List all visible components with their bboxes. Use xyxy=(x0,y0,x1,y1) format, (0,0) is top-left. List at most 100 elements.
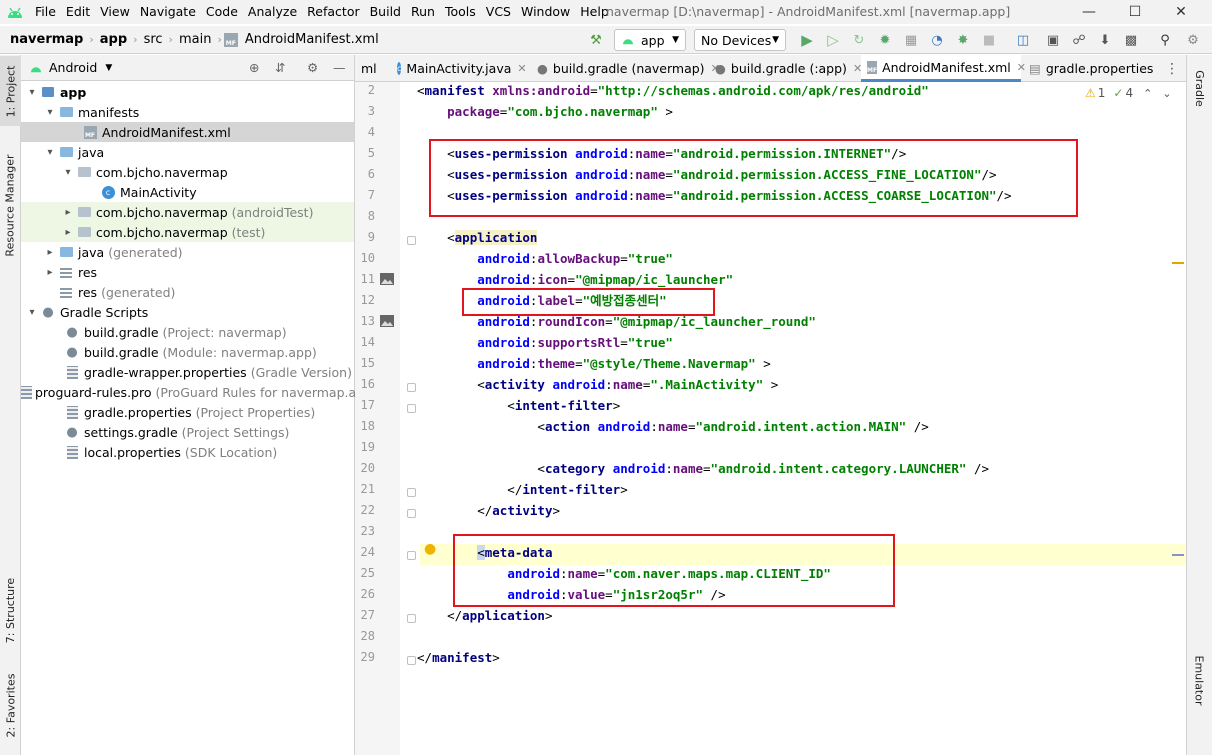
tree-settings-gradle[interactable]: ● settings.gradle (Project Settings) xyxy=(21,422,354,442)
favorites-tab[interactable]: 2: Favorites xyxy=(0,660,21,750)
menu-edit[interactable]: Edit xyxy=(61,0,95,24)
code-line[interactable]: </manifest> xyxy=(417,647,500,668)
code-line[interactable]: package="com.bjcho.navermap" > xyxy=(417,101,673,122)
tab-overflow-left[interactable]: ml xyxy=(355,55,389,82)
code-line[interactable]: <application xyxy=(417,227,538,248)
stop-icon[interactable]: ■ xyxy=(978,29,1000,51)
tab-gradle-properties[interactable]: ▤ gradle.properties xyxy=(1023,55,1157,82)
fold-intent-filter-end-icon[interactable] xyxy=(407,488,416,497)
debug-icon[interactable]: ✹ xyxy=(874,29,896,51)
menu-build[interactable]: Build xyxy=(365,0,406,24)
code-line[interactable]: android:supportsRtl="true" xyxy=(417,332,673,353)
tree-java[interactable]: ▾ java xyxy=(21,142,354,162)
breadcrumb-src[interactable]: src xyxy=(140,32,167,47)
chevron-down-icon[interactable]: ▼ xyxy=(105,63,112,73)
code-line[interactable]: </application> xyxy=(417,605,552,626)
run-config-select[interactable]: app ▼ xyxy=(614,29,686,51)
breadcrumb-file[interactable]: AndroidManifest.xml xyxy=(241,32,383,47)
device-select[interactable]: No Devices ▼ xyxy=(694,29,786,51)
tree-app[interactable]: ▾ app xyxy=(21,82,354,102)
minimize-icon[interactable]: — xyxy=(1066,0,1112,24)
expand-arrow-icon[interactable]: ▸ xyxy=(61,207,75,218)
tree-package-test[interactable]: ▸ com.bjcho.navermap (test) xyxy=(21,222,354,242)
tree-res[interactable]: ▸ res xyxy=(21,262,354,282)
code-line[interactable]: <category android:name="android.intent.c… xyxy=(417,458,989,479)
tree-package-main[interactable]: ▾ com.bjcho.navermap xyxy=(21,162,354,182)
lightbulb-icon[interactable]: ● xyxy=(424,541,436,557)
menu-navigate[interactable]: Navigate xyxy=(135,0,201,24)
tree-gradle-properties[interactable]: gradle.properties (Project Properties) xyxy=(21,402,354,422)
close-icon[interactable]: ✕ xyxy=(1158,0,1204,24)
hide-icon[interactable]: — xyxy=(333,60,346,75)
expand-arrow-icon[interactable]: ▾ xyxy=(25,87,39,98)
code-line[interactable]: <action android:name="android.intent.act… xyxy=(417,416,928,437)
gear-icon[interactable]: ⚙ xyxy=(307,60,318,75)
tab-build-gradle-app[interactable]: ● build.gradle (:app) ✕ xyxy=(709,55,862,82)
project-tool-tab[interactable]: 1: Project xyxy=(0,56,21,126)
previous-issue-icon[interactable]: ⌃ xyxy=(1143,87,1152,100)
fold-activity-end-icon[interactable] xyxy=(407,509,416,518)
tree-package-androidtest[interactable]: ▸ com.bjcho.navermap (androidTest) xyxy=(21,202,354,222)
breadcrumb-app[interactable]: app xyxy=(96,32,131,47)
tree-proguard[interactable]: proguard-rules.pro (ProGuard Rules for n… xyxy=(21,382,356,402)
menu-vcs[interactable]: VCS xyxy=(481,0,516,24)
fold-manifest-end-icon[interactable] xyxy=(407,656,416,665)
coverage-icon[interactable]: ▦ xyxy=(900,29,922,51)
sdk-manager-icon[interactable]: ⬇ xyxy=(1094,29,1116,51)
tree-build-gradle-module[interactable]: ● build.gradle (Module: navermap.app) xyxy=(21,342,354,362)
structure-tab[interactable]: 7: Structure xyxy=(0,565,21,655)
breadcrumb-main[interactable]: main xyxy=(175,32,215,47)
menu-window[interactable]: Window xyxy=(516,0,575,24)
gradle-tab[interactable]: Gradle xyxy=(1186,58,1212,118)
tabs-menu-icon[interactable]: ⋮ xyxy=(1159,55,1185,82)
fold-application-icon[interactable] xyxy=(407,236,416,245)
image-icon[interactable] xyxy=(380,315,396,327)
fold-intent-filter-icon[interactable] xyxy=(407,404,416,413)
tree-local-properties[interactable]: local.properties (SDK Location) xyxy=(21,442,354,462)
tree-gradle-scripts[interactable]: ▾ ● Gradle Scripts xyxy=(21,302,354,322)
tree-androidmanifest[interactable]: MF AndroidManifest.xml xyxy=(21,122,354,142)
expand-arrow-icon[interactable]: ▾ xyxy=(25,307,39,318)
hammer-icon[interactable]: ⚒ xyxy=(584,29,608,51)
tree-res-generated[interactable]: res (generated) xyxy=(21,282,354,302)
tree-manifests[interactable]: ▾ manifests xyxy=(21,102,354,122)
expand-arrow-icon[interactable]: ▸ xyxy=(43,247,57,258)
tree-java-generated[interactable]: ▸ java (generated) xyxy=(21,242,354,262)
emulator-tab[interactable]: Emulator xyxy=(1186,645,1212,715)
image-icon[interactable] xyxy=(380,273,396,285)
breadcrumb-project[interactable]: navermap xyxy=(0,32,87,47)
menu-tools[interactable]: Tools xyxy=(440,0,481,24)
avd-manager-icon[interactable]: ☍ xyxy=(1068,29,1090,51)
tree-build-gradle-project[interactable]: ● build.gradle (Project: navermap) xyxy=(21,322,354,342)
code-line[interactable]: </intent-filter> xyxy=(417,479,627,500)
locate-icon[interactable]: ⊕ xyxy=(249,60,259,75)
menu-analyze[interactable]: Analyze xyxy=(243,0,302,24)
project-structure-icon[interactable]: ◫ xyxy=(1012,29,1034,51)
maximize-icon[interactable]: ☐ xyxy=(1112,0,1158,24)
menu-file[interactable]: File xyxy=(30,0,61,24)
code-line[interactable]: android:theme="@style/Theme.Navermap" > xyxy=(417,353,771,374)
code-line[interactable]: </activity> xyxy=(417,500,560,521)
code-line[interactable]: <activity android:name=".MainActivity" > xyxy=(417,374,778,395)
tab-androidmanifest[interactable]: MF AndroidManifest.xml ✕ xyxy=(861,55,1026,82)
layout-inspector-icon[interactable]: ▩ xyxy=(1120,29,1142,51)
collapse-all-icon[interactable]: ⇵ xyxy=(275,60,285,75)
expand-arrow-icon[interactable]: ▾ xyxy=(43,147,57,158)
tree-gradle-wrapper[interactable]: gradle-wrapper.properties (Gradle Versio… xyxy=(21,362,354,382)
apply-changes-icon[interactable]: ▷ xyxy=(822,29,844,51)
expand-arrow-icon[interactable]: ▸ xyxy=(43,267,57,278)
menu-run[interactable]: Run xyxy=(406,0,440,24)
profiler-icon[interactable]: ◔ xyxy=(926,29,948,51)
menu-code[interactable]: Code xyxy=(201,0,243,24)
tab-mainactivity[interactable]: c MainActivity.java ✕ xyxy=(391,55,529,82)
expand-arrow-icon[interactable]: ▾ xyxy=(61,167,75,178)
sync-gradle-icon[interactable]: ▣ xyxy=(1042,29,1064,51)
expand-arrow-icon[interactable]: ▸ xyxy=(61,227,75,238)
attach-debugger-icon[interactable]: ✸ xyxy=(952,29,974,51)
project-view-select[interactable]: Android xyxy=(49,60,97,75)
fold-activity-icon[interactable] xyxy=(407,383,416,392)
next-issue-icon[interactable]: ⌄ xyxy=(1162,87,1171,100)
fold-meta-data-icon[interactable] xyxy=(407,551,416,560)
search-icon[interactable]: ⚲ xyxy=(1154,29,1176,51)
inspection-widget[interactable]: ⚠ 1 ✓ 4 ⌃ ⌄ xyxy=(1085,86,1172,100)
